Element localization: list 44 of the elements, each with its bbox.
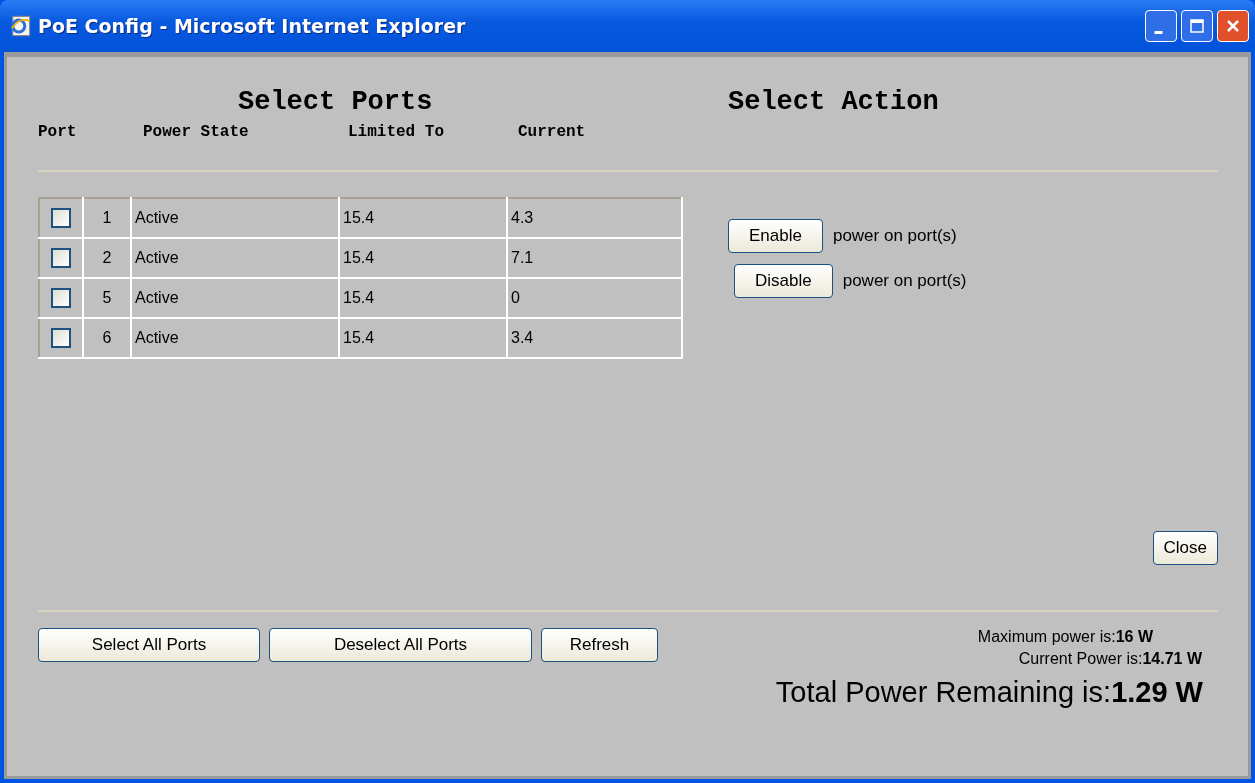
checkbox[interactable]: [51, 208, 71, 228]
table-cell: 0: [511, 289, 520, 306]
close-button[interactable]: [1217, 10, 1249, 42]
table-cell: 15.4: [343, 329, 375, 346]
checkbox[interactable]: [51, 328, 71, 348]
power-remaining: Total Power Remaining is:1.29 W: [775, 676, 1203, 709]
column-header: Port: [38, 123, 78, 141]
power-info: Maximum power is:16 W: [977, 627, 1153, 647]
table-cell: 4.3: [511, 209, 534, 226]
minimize-icon: [1154, 30, 1163, 34]
footer-button[interactable]: Deselect All Ports: [269, 628, 532, 662]
table-cell: 1: [102, 209, 112, 226]
browser-icon: [8, 14, 32, 38]
maximize-button[interactable]: [1181, 10, 1213, 42]
checkbox[interactable]: [51, 288, 71, 308]
power-info: Current Power is:14.71 W: [1018, 649, 1202, 669]
checkbox[interactable]: [51, 248, 71, 268]
table-cell: 15.4: [343, 289, 375, 306]
enable-button[interactable]: Enable: [728, 219, 823, 253]
section-heading: Select Action: [728, 87, 939, 117]
column-header: Current: [518, 123, 586, 141]
disable-button[interactable]: Disable: [734, 264, 833, 298]
table-cell: 7.1: [511, 249, 534, 266]
table-cell: 2: [102, 249, 112, 266]
minimize-button[interactable]: [1145, 10, 1177, 42]
table-cell: Active: [135, 289, 179, 306]
table-cell: 5: [102, 289, 112, 306]
close-page-button[interactable]: Close: [1152, 531, 1218, 565]
table-cell: Active: [135, 249, 179, 266]
window-title: PoE Config - Microsoft Internet Explorer: [38, 15, 466, 37]
table-cell: 3.4: [511, 329, 534, 346]
table-cell: Active: [135, 209, 179, 226]
column-header: Power State: [143, 123, 250, 141]
column-header: Limited To: [348, 123, 445, 141]
footer-button[interactable]: Select All Ports: [38, 628, 260, 662]
footer-button[interactable]: Refresh: [541, 628, 658, 662]
maximize-icon: [1187, 16, 1207, 36]
table-cell: 15.4: [343, 209, 375, 226]
action-label: power on port(s): [842, 271, 967, 291]
section-heading: Select Ports: [238, 87, 434, 117]
table-cell: 6: [102, 329, 112, 346]
table-cell: Active: [135, 329, 179, 346]
table-cell: 15.4: [343, 249, 375, 266]
action-label: power on port(s): [832, 226, 957, 246]
